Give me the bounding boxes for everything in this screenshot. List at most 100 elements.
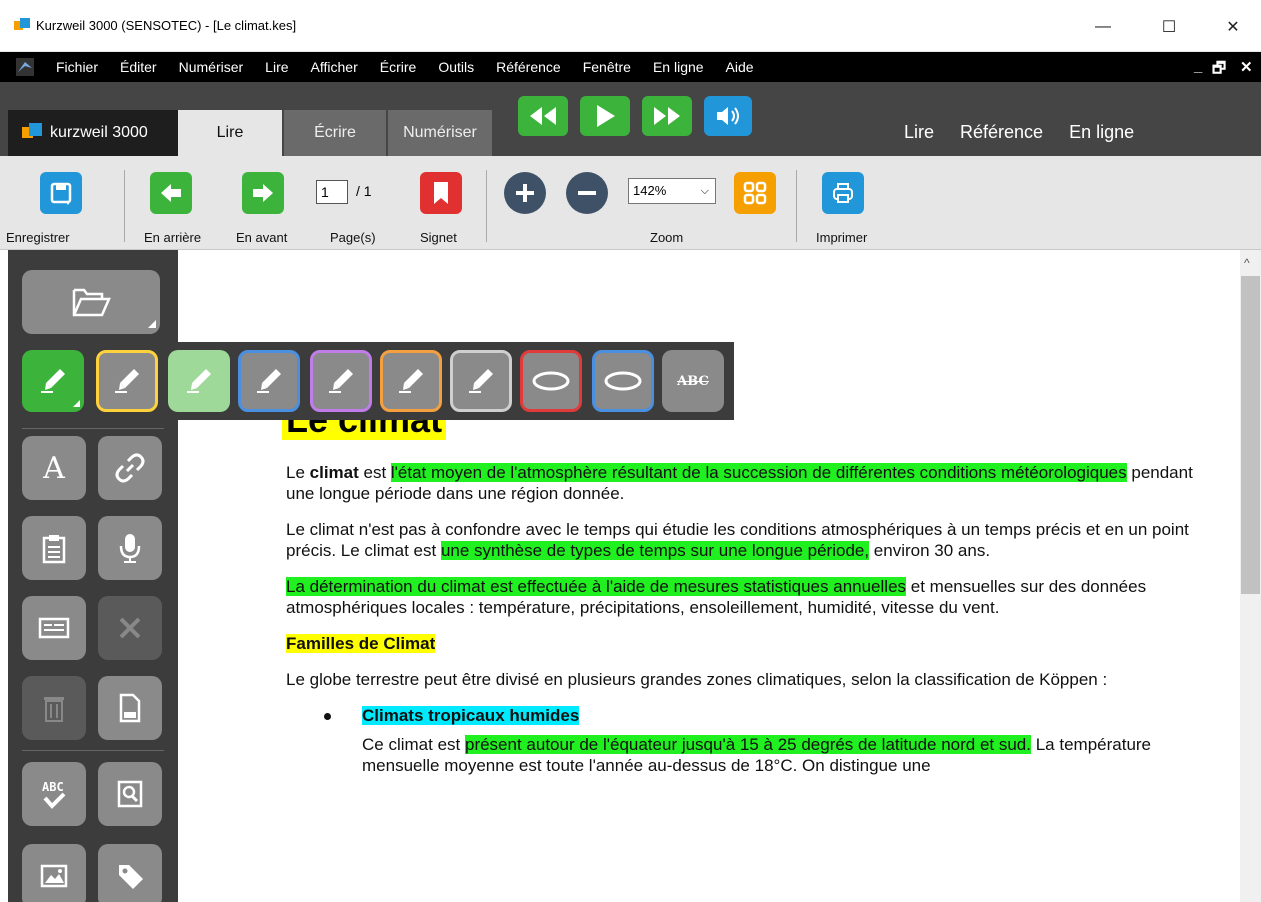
- spell-check-icon: ABC: [42, 780, 66, 809]
- tag-button[interactable]: [98, 844, 162, 902]
- forward-label: En avant: [236, 230, 288, 245]
- menu-lire[interactable]: Lire: [265, 59, 288, 75]
- list-item: Climats tropicaux humides Ce climat est …: [286, 705, 1206, 776]
- menu-en-ligne[interactable]: En ligne: [653, 59, 704, 75]
- panel-divider: [22, 428, 164, 429]
- spell-check-button[interactable]: ABC: [22, 762, 86, 826]
- nav-lire[interactable]: Lire: [904, 122, 934, 143]
- mdi-close-button[interactable]: ✕: [1240, 58, 1253, 76]
- link-button[interactable]: [98, 436, 162, 500]
- print-button[interactable]: [822, 172, 864, 214]
- keyboard-note-icon: [38, 617, 70, 639]
- grid-icon: [743, 181, 767, 205]
- svg-text:ABC: ABC: [42, 780, 64, 794]
- close-button[interactable]: ✕: [1210, 10, 1256, 44]
- dropdown-corner-icon: [73, 400, 80, 407]
- kurzweil-menu-icon[interactable]: [16, 58, 34, 76]
- tag-icon: [119, 865, 143, 889]
- highlighter-blue[interactable]: [238, 350, 300, 412]
- fast-forward-button[interactable]: [642, 96, 692, 136]
- mdi-restore-button[interactable]: 🗗: [1212, 58, 1226, 83]
- book-search-icon: [117, 780, 143, 808]
- scrollbar-thumb[interactable]: [1241, 276, 1260, 594]
- page-number-input[interactable]: 1: [316, 180, 348, 204]
- open-file-button[interactable]: [22, 270, 160, 334]
- circle-red[interactable]: [520, 350, 582, 412]
- microphone-icon: [119, 534, 141, 563]
- zoom-label: Zoom: [650, 230, 684, 245]
- menu-numeriser[interactable]: Numériser: [179, 59, 244, 75]
- highlighter-orange[interactable]: [380, 350, 442, 412]
- font-button[interactable]: A: [22, 436, 86, 500]
- nav-reference[interactable]: Référence: [960, 122, 1043, 143]
- highlighter-gray[interactable]: [450, 350, 512, 412]
- brand-label: kurzweil 3000: [50, 124, 148, 141]
- layout-grid-button[interactable]: [734, 172, 776, 214]
- circle-blue[interactable]: [592, 350, 654, 412]
- text-note-button[interactable]: [22, 596, 86, 660]
- extract-notes-button[interactable]: [22, 516, 86, 580]
- kurzweil-logo-icon: [22, 123, 42, 138]
- highlighter-light-green[interactable]: [168, 350, 230, 412]
- nav-en-ligne[interactable]: En ligne: [1069, 122, 1134, 143]
- bookmark-button[interactable]: [420, 172, 462, 214]
- zoom-out-button[interactable]: [566, 172, 608, 214]
- highlighter-palette: ABC: [8, 342, 734, 420]
- rewind-button[interactable]: [518, 96, 568, 136]
- menu-reference[interactable]: Référence: [496, 59, 561, 75]
- minimize-button[interactable]: —: [1080, 10, 1126, 44]
- green-highlight: La détermination du climat est effectuée…: [286, 577, 907, 596]
- menu-outils[interactable]: Outils: [438, 59, 474, 75]
- panel-divider: [22, 750, 164, 751]
- menu-editer[interactable]: Éditer: [120, 59, 157, 75]
- menu-ecrire[interactable]: Écrire: [380, 59, 417, 75]
- tab-ecrire[interactable]: Écrire: [284, 110, 386, 156]
- forward-button[interactable]: [242, 172, 284, 214]
- zoom-select[interactable]: 142% ⌵: [628, 178, 716, 204]
- bookmark-icon: [434, 182, 448, 204]
- highlighter-yellow[interactable]: [96, 350, 158, 412]
- brand-tab[interactable]: kurzweil 3000: [8, 110, 178, 156]
- menu-afficher[interactable]: Afficher: [311, 59, 358, 75]
- bullet-icon: [324, 713, 331, 720]
- highlighter-green-active[interactable]: [22, 350, 84, 412]
- menu-aide[interactable]: Aide: [726, 59, 754, 75]
- save-button[interactable]: [40, 172, 82, 214]
- back-button[interactable]: [150, 172, 192, 214]
- printer-icon: [833, 183, 853, 203]
- x-icon: [119, 617, 141, 639]
- pages-label: Page(s): [330, 230, 376, 245]
- folder-open-icon: [72, 288, 111, 317]
- clipboard-icon: [42, 535, 66, 564]
- trash-button[interactable]: [22, 676, 86, 740]
- title-bar: Kurzweil 3000 (SENSOTEC) - [Le climat.ke…: [0, 0, 1261, 52]
- volume-button[interactable]: [704, 96, 752, 136]
- strikethrough-button[interactable]: ABC: [662, 350, 724, 412]
- maximize-button[interactable]: ☐: [1146, 10, 1192, 44]
- paragraph-2: Le climat n'est pas à confondre avec le …: [286, 519, 1206, 561]
- cyan-highlight: Climats tropicaux humides: [362, 706, 580, 725]
- menu-fenetre[interactable]: Fenêtre: [583, 59, 631, 75]
- mdi-minimize-button[interactable]: _: [1194, 58, 1202, 75]
- tab-lire[interactable]: Lire: [178, 110, 282, 156]
- tab-numeriser[interactable]: Numériser: [388, 110, 492, 156]
- dictionary-button[interactable]: [98, 762, 162, 826]
- text-run: environ 30 ans.: [869, 541, 991, 560]
- link-icon: [115, 453, 145, 483]
- image-button[interactable]: [22, 844, 86, 902]
- app-icon: [14, 18, 30, 30]
- highlighter-icon: [41, 369, 65, 393]
- scroll-up-arrow-icon[interactable]: ^: [1244, 256, 1250, 270]
- delete-note-button[interactable]: [98, 596, 162, 660]
- play-button[interactable]: [580, 96, 630, 136]
- page-note-button[interactable]: [98, 676, 162, 740]
- menu-fichier[interactable]: Fichier: [56, 59, 98, 75]
- zoom-in-button[interactable]: [504, 172, 546, 214]
- highlighter-purple[interactable]: [310, 350, 372, 412]
- plus-icon: [516, 184, 534, 202]
- ellipse-icon: [604, 371, 642, 391]
- highlighter-icon: [115, 369, 139, 393]
- save-icon: [50, 182, 72, 205]
- paragraph-3: La détermination du climat est effectuée…: [286, 576, 1206, 618]
- voice-note-button[interactable]: [98, 516, 162, 580]
